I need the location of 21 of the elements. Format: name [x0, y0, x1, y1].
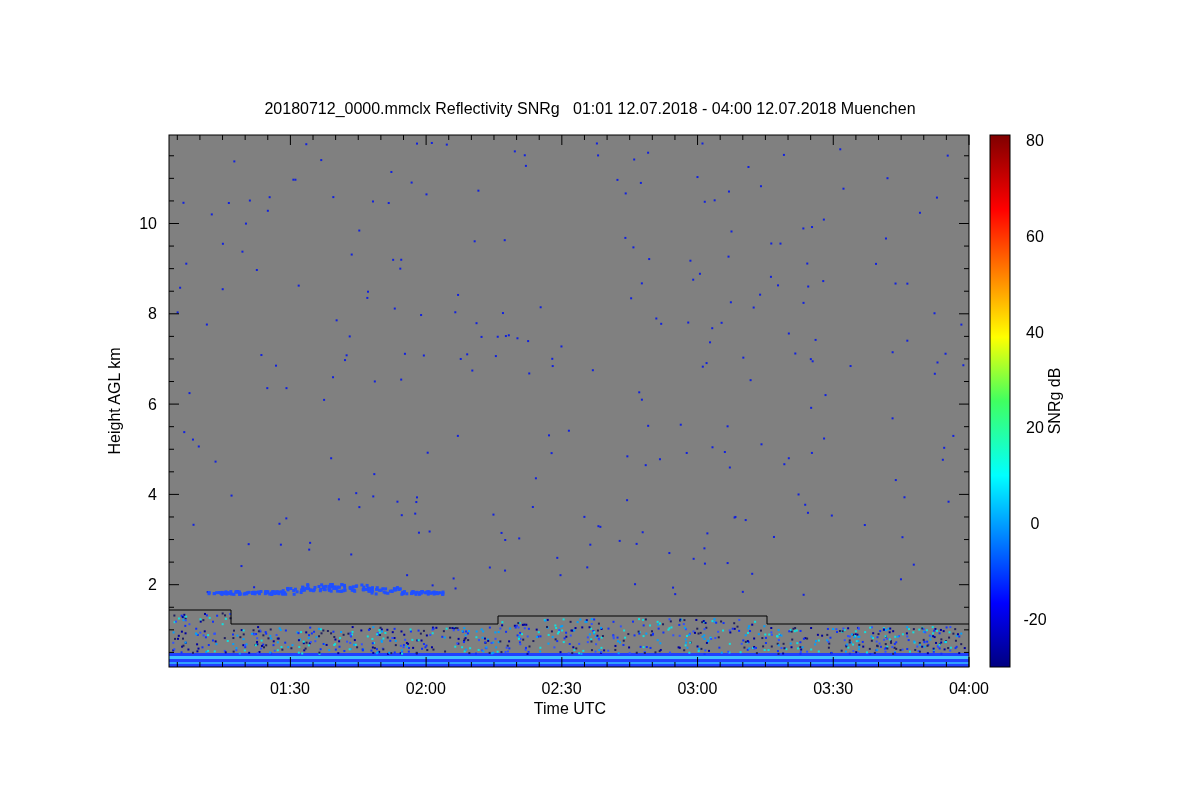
y-tick-label: 4	[148, 485, 157, 503]
x-tick-label: 03:00	[677, 680, 718, 697]
colorbar-tick-label: -20	[1023, 611, 1047, 628]
x-tick-label: 04:00	[949, 680, 989, 697]
chart-title: 20180712_0000.mmclx Reflectivity SNRg 01:01 12.07.2018 - 04:00 12.07.2018 Muenchen	[264, 100, 916, 117]
colorbar-tick-label: 40	[1026, 323, 1044, 341]
x-tick-label: 02:30	[541, 680, 582, 697]
colorbar-tick-label: 60	[1026, 227, 1044, 245]
x-axis-label: Time UTC	[533, 700, 607, 717]
x-tick-label: 02:00	[405, 680, 446, 697]
y-axis-label: Height AGL km	[106, 347, 123, 455]
colorbar-tick-label: 20	[1026, 419, 1044, 437]
y-tick-label: 8	[148, 305, 157, 323]
colorbar-tick-label: 80	[1026, 132, 1044, 149]
x-tick-label: 03:30	[813, 680, 854, 697]
x-tick-label: 01:30	[270, 680, 310, 697]
colorbar-label: SNRg dB	[1046, 367, 1063, 435]
y-tick-label: 10	[139, 215, 157, 232]
colorbar-tick-label: 0	[1030, 515, 1040, 533]
y-tick-label: 2	[148, 576, 157, 594]
y-tick-label: 6	[148, 395, 157, 413]
